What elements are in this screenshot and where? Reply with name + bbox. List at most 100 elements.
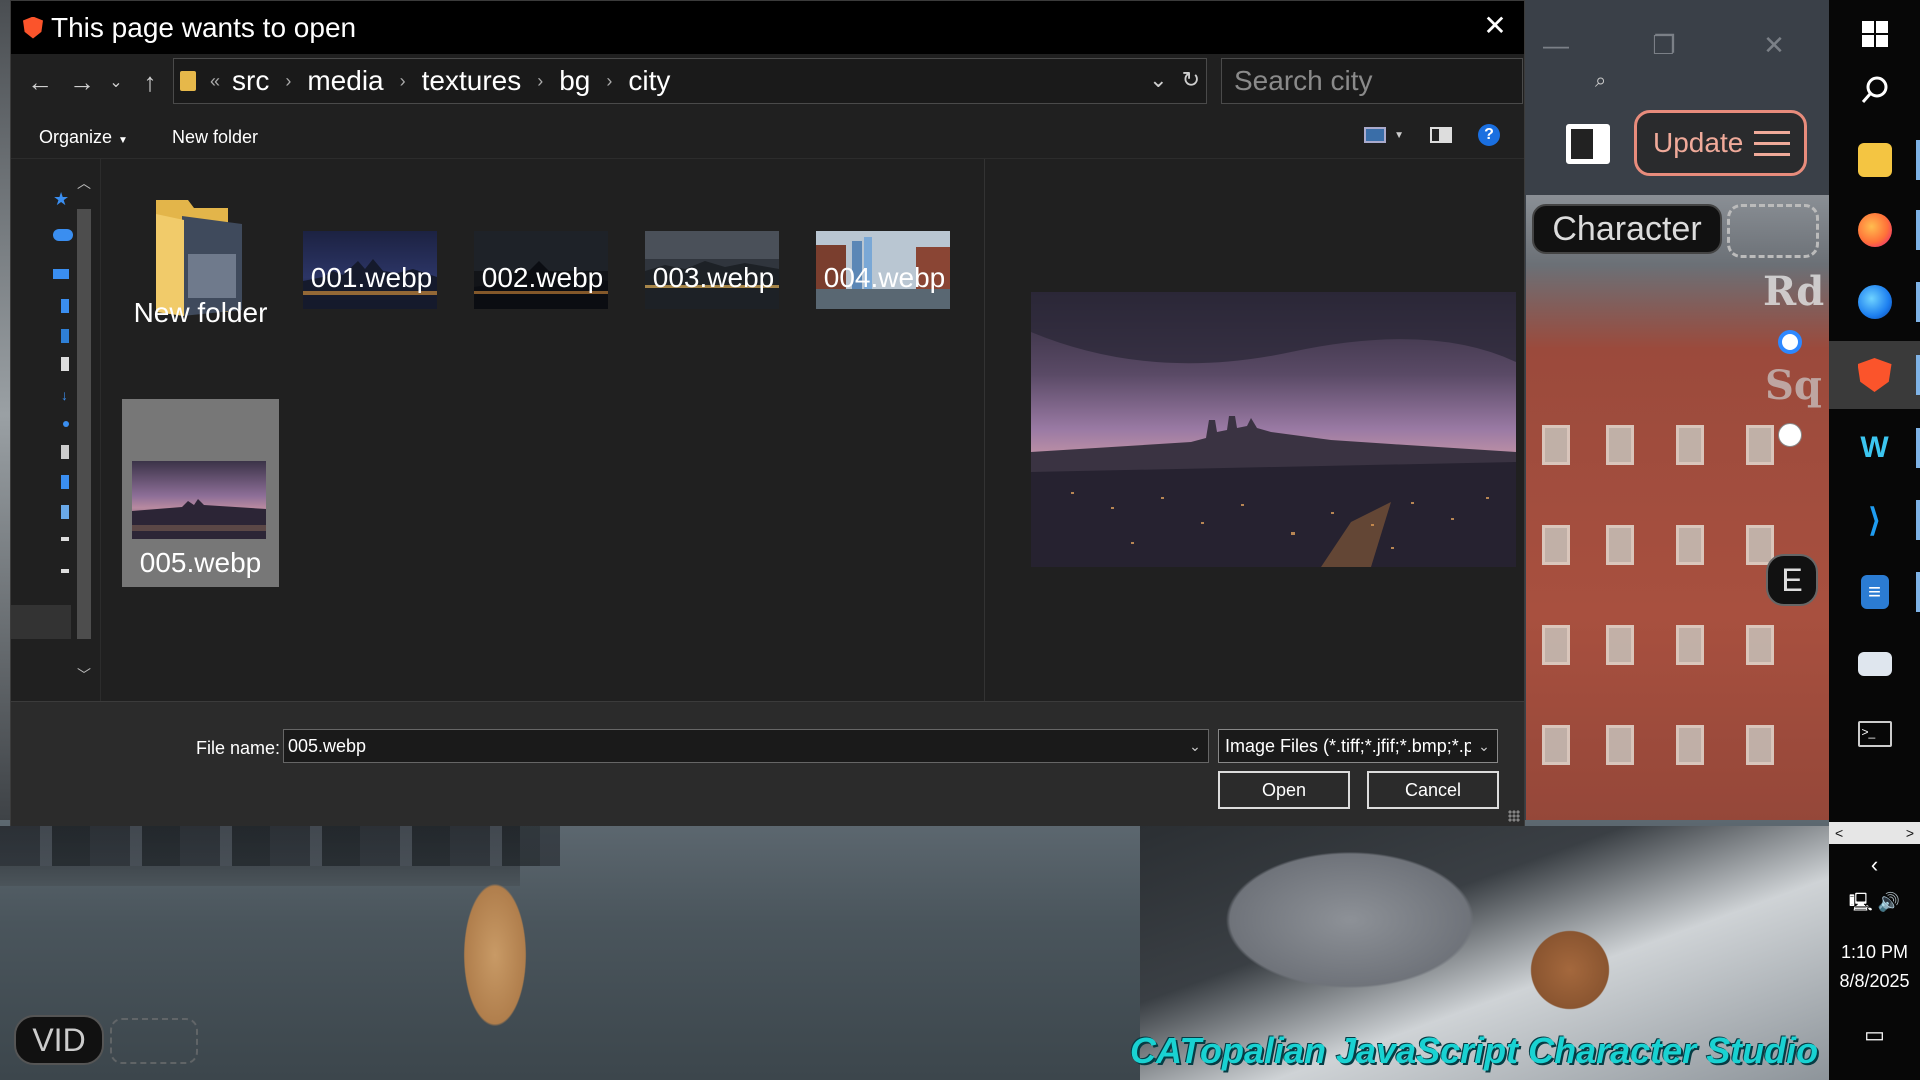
address-bar[interactable]: « src › media › textures › bg › city ⌄ ↻ xyxy=(173,58,1207,104)
file-item-002[interactable]: 002.webp xyxy=(464,169,621,357)
taskbar-firefox[interactable] xyxy=(1829,196,1920,264)
breadcrumb-separator-icon[interactable]: › xyxy=(285,71,291,92)
breadcrumb-separator-icon[interactable]: › xyxy=(606,71,612,92)
breadcrumb-src[interactable]: src xyxy=(232,65,269,97)
scroll-up-icon[interactable]: ︿ xyxy=(77,173,91,193)
dialog-close-icon[interactable]: ✕ xyxy=(1480,11,1510,41)
new-folder-button[interactable]: New folder xyxy=(172,127,258,148)
scroll-left-icon[interactable]: < xyxy=(1835,825,1843,841)
search-input[interactable] xyxy=(1234,65,1595,97)
documents-icon[interactable] xyxy=(61,357,69,371)
this-pc-icon[interactable] xyxy=(53,269,69,279)
taskbar-vscode[interactable]: ⟩ xyxy=(1829,486,1920,554)
breadcrumb-separator-icon[interactable]: › xyxy=(537,71,543,92)
address-history-chevron-down-icon[interactable]: ⌄ xyxy=(1149,67,1167,93)
search-button[interactable] xyxy=(1829,56,1920,124)
search-box[interactable]: ⌕ xyxy=(1221,58,1606,104)
onedrive-icon[interactable] xyxy=(53,229,73,241)
recent-chevron-down-icon[interactable]: ⌄ xyxy=(103,62,129,102)
navigation-pane: ★ ↓ ︿ ﹀ xyxy=(11,159,99,702)
taskbar-docs[interactable]: ≡ xyxy=(1829,558,1920,626)
up-arrow-icon[interactable]: ↑ xyxy=(129,62,171,102)
file-list: New folder 001.webp 002.webp 003.webp 00… xyxy=(100,159,984,702)
refresh-icon[interactable]: ↻ xyxy=(1182,67,1200,93)
file-name-combobox[interactable]: ⌄ xyxy=(283,729,1209,763)
docs-icon: ≡ xyxy=(1860,575,1889,609)
downloads-icon[interactable]: ↓ xyxy=(61,387,69,403)
breadcrumb-bg[interactable]: bg xyxy=(559,65,590,97)
rd-label: Rd xyxy=(1763,268,1825,315)
taskbar-brave[interactable] xyxy=(1829,341,1920,409)
notifications-icon[interactable]: ▭ xyxy=(1829,1022,1920,1048)
open-file-dialog: This page wants to open ✕ ← → ⌄ ↑ « src … xyxy=(10,0,1606,826)
close-window-button[interactable]: ✕ xyxy=(1744,30,1804,70)
file-type-select[interactable]: Image Files (*.tiff;*.jfif;*.bmp;*.p ⌄ xyxy=(1218,729,1498,763)
character-button[interactable]: Character xyxy=(1532,204,1722,254)
resize-grip[interactable] xyxy=(1508,810,1520,822)
restore-button[interactable]: ❐ xyxy=(1634,30,1694,70)
taskbar-scrollbar[interactable]: < > xyxy=(1829,822,1920,844)
minimize-button[interactable]: — xyxy=(1526,30,1586,70)
drive-icon[interactable] xyxy=(61,537,69,541)
dialog-title: This page wants to open xyxy=(51,11,357,43)
scroll-right-icon[interactable]: > xyxy=(1906,825,1914,841)
taskbar-firefox-dev[interactable] xyxy=(1829,268,1920,336)
organize-button[interactable]: Organize ▼ xyxy=(39,127,128,148)
drive-icon[interactable] xyxy=(61,569,69,573)
open-button[interactable]: Open xyxy=(1218,771,1350,809)
file-item-004[interactable]: 004.webp xyxy=(806,169,963,357)
preview-pane-icon[interactable] xyxy=(1430,127,1452,143)
file-type-value: Image Files (*.tiff;*.jfif;*.bmp;*.p xyxy=(1225,735,1474,756)
desktop-icon[interactable] xyxy=(61,329,69,343)
pictures-icon[interactable] xyxy=(61,445,69,459)
3d-objects-icon[interactable] xyxy=(61,299,69,313)
file-item-001[interactable]: 001.webp xyxy=(293,169,450,357)
search-icon[interactable]: ⌕ xyxy=(1595,70,1606,93)
file-item-003[interactable]: 003.webp xyxy=(635,169,792,357)
vid-slot[interactable] xyxy=(110,1018,198,1064)
file-item-005[interactable]: 005.webp xyxy=(122,399,279,587)
breadcrumb-media[interactable]: media xyxy=(307,65,383,97)
mouse-character[interactable] xyxy=(1510,895,1630,1035)
nav-selected-item[interactable] xyxy=(11,605,71,639)
empty-slot-button[interactable] xyxy=(1727,204,1819,258)
update-label: Update xyxy=(1653,127,1744,158)
taskbar-file-explorer[interactable] xyxy=(1829,126,1920,194)
breadcrumb-city[interactable]: city xyxy=(628,65,670,97)
cat-character-gray[interactable] xyxy=(1140,800,1560,1040)
tray-expand-icon[interactable]: ‹ xyxy=(1829,852,1920,878)
clock-time[interactable]: 1:10 PM xyxy=(1829,942,1920,963)
taskbar-windsurf[interactable]: W xyxy=(1829,414,1920,482)
music-icon[interactable] xyxy=(63,421,69,427)
file-item-new-folder[interactable]: New folder xyxy=(122,169,279,357)
chevron-down-icon[interactable]: ⌄ xyxy=(1182,738,1208,755)
panel-toggle-button[interactable] xyxy=(1566,124,1610,164)
nav-scroll-thumb[interactable] xyxy=(77,209,91,639)
breadcrumb-separator-icon[interactable]: › xyxy=(400,71,406,92)
videos-icon[interactable] xyxy=(61,475,69,489)
sq-radio[interactable] xyxy=(1778,423,1802,447)
preview-image xyxy=(1031,292,1516,567)
cancel-button[interactable]: Cancel xyxy=(1367,771,1499,809)
cat-character-orange[interactable] xyxy=(440,825,550,1075)
change-view-button[interactable]: ▼ xyxy=(1364,127,1404,143)
menu-icon xyxy=(1754,131,1790,157)
breadcrumb-textures[interactable]: textures xyxy=(422,65,522,97)
back-arrow-icon[interactable]: ← xyxy=(19,62,61,102)
nav-scrollbar[interactable]: ︿ ﹀ xyxy=(71,175,95,683)
file-name-input[interactable] xyxy=(288,735,1182,757)
tray-network-volume[interactable]: 🖳 🔊 xyxy=(1829,890,1920,920)
e-button[interactable]: E xyxy=(1766,554,1818,606)
scroll-down-icon[interactable]: ﹀ xyxy=(77,665,91,685)
update-button[interactable]: Update xyxy=(1634,110,1807,176)
clock-date[interactable]: 8/8/2025 xyxy=(1829,971,1920,992)
taskbar-terminal[interactable]: >_ xyxy=(1829,700,1920,768)
vid-button[interactable]: VID xyxy=(14,1015,104,1065)
help-icon[interactable]: ? xyxy=(1478,124,1500,146)
quick-access-star-icon[interactable]: ★ xyxy=(53,189,69,209)
local-disk-icon[interactable] xyxy=(61,505,69,519)
forward-arrow-icon[interactable]: → xyxy=(61,62,103,102)
taskbar-monitor[interactable] xyxy=(1829,630,1920,698)
breadcrumb-overflow[interactable]: « xyxy=(210,71,220,92)
rd-radio[interactable] xyxy=(1778,330,1802,354)
